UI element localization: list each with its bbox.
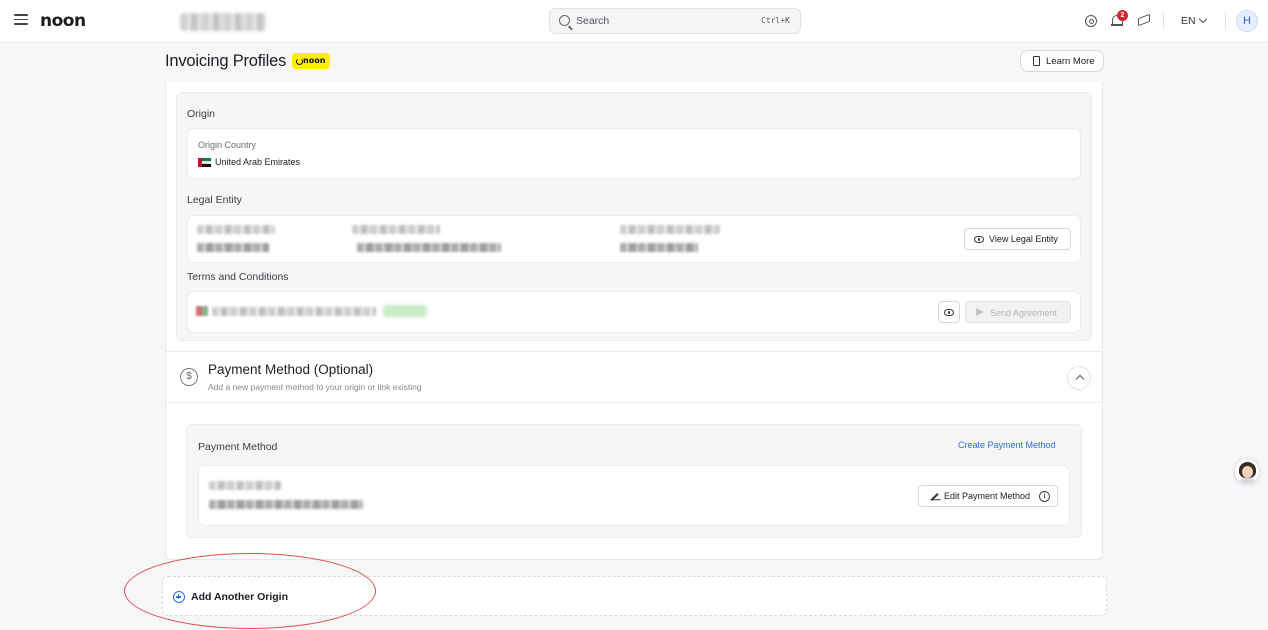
redacted-text [352, 225, 440, 234]
legal-entity-box [187, 215, 1081, 263]
add-another-origin-label: Add Another Origin [191, 591, 289, 603]
divider [166, 402, 1102, 403]
create-payment-method-link[interactable]: Create Payment Method [958, 440, 1056, 450]
noon-logo[interactable]: noon [40, 11, 86, 31]
eye-icon [974, 236, 984, 243]
uae-flag-icon [198, 158, 211, 167]
store-name-redacted [180, 13, 266, 31]
redacted-text [357, 243, 501, 252]
info-icon: i [1039, 491, 1050, 502]
terms-title: Terms and Conditions [187, 271, 289, 283]
payment-method-title: Payment Method (Optional) [208, 362, 374, 377]
origin-country-label: Origin Country [198, 140, 257, 150]
avatar[interactable]: H [1236, 10, 1258, 32]
redacted-status-badge [383, 305, 427, 317]
plus-circle-icon [173, 591, 185, 603]
redacted-text [620, 225, 720, 234]
redacted-text [197, 243, 269, 252]
assistant-avatar-button[interactable] [1234, 458, 1260, 484]
redacted-text [197, 225, 275, 234]
preview-terms-button[interactable] [938, 301, 960, 323]
top-bar: noon Search Ctrl+K 2 EN H [0, 0, 1268, 43]
origin-country-box [187, 128, 1081, 179]
eye-icon [944, 309, 954, 316]
send-agreement-label: Send Agreement [990, 308, 1058, 318]
legal-entity-title: Legal Entity [187, 194, 242, 206]
learn-more-label: Learn More [1046, 56, 1095, 67]
notification-badge: 2 [1117, 10, 1128, 21]
send-icon [976, 308, 984, 316]
redacted-text [209, 481, 281, 490]
redacted-file-icon [196, 306, 208, 316]
search-icon [559, 15, 570, 26]
edit-payment-method-label: Edit Payment Method [944, 491, 1031, 501]
add-another-origin-button[interactable]: Add Another Origin [162, 576, 1107, 616]
chevron-down-icon[interactable] [1198, 14, 1208, 24]
search-shortcut: Ctrl+K [761, 16, 790, 25]
book-icon [1033, 56, 1040, 66]
origin-country-value: United Arab Emirates [215, 157, 301, 167]
view-legal-entity-button[interactable]: View Legal Entity [964, 228, 1071, 250]
redacted-text [620, 243, 698, 252]
collapse-payment-button[interactable] [1067, 366, 1091, 390]
divider [1163, 12, 1164, 30]
megaphone-icon[interactable] [1138, 13, 1150, 27]
learn-more-button[interactable]: Learn More [1020, 50, 1104, 72]
edit-payment-method-button[interactable]: Edit Payment Method i [918, 485, 1058, 507]
origin-section-title: Origin [187, 108, 216, 120]
noon-brand-chip: noon [292, 53, 330, 69]
menu-icon[interactable] [14, 14, 28, 26]
search-input[interactable]: Search Ctrl+K [549, 8, 801, 34]
dollar-icon: $ [180, 368, 198, 386]
page-title: Invoicing Profiles [165, 52, 287, 70]
chevron-up-icon [1075, 374, 1084, 384]
redacted-text [212, 307, 376, 316]
redacted-text [209, 500, 363, 509]
support-icon[interactable] [1083, 13, 1099, 29]
pencil-icon [930, 493, 939, 501]
view-legal-entity-label: View Legal Entity [989, 234, 1058, 244]
divider [1225, 12, 1226, 30]
payment-method-subtitle: Add a new payment method to your origin … [208, 382, 422, 392]
payment-method-label: Payment Method [198, 441, 278, 453]
search-placeholder: Search [576, 15, 610, 27]
language-selector[interactable]: EN [1181, 15, 1196, 27]
divider [166, 351, 1102, 352]
send-agreement-button[interactable]: Send Agreement [965, 301, 1071, 323]
